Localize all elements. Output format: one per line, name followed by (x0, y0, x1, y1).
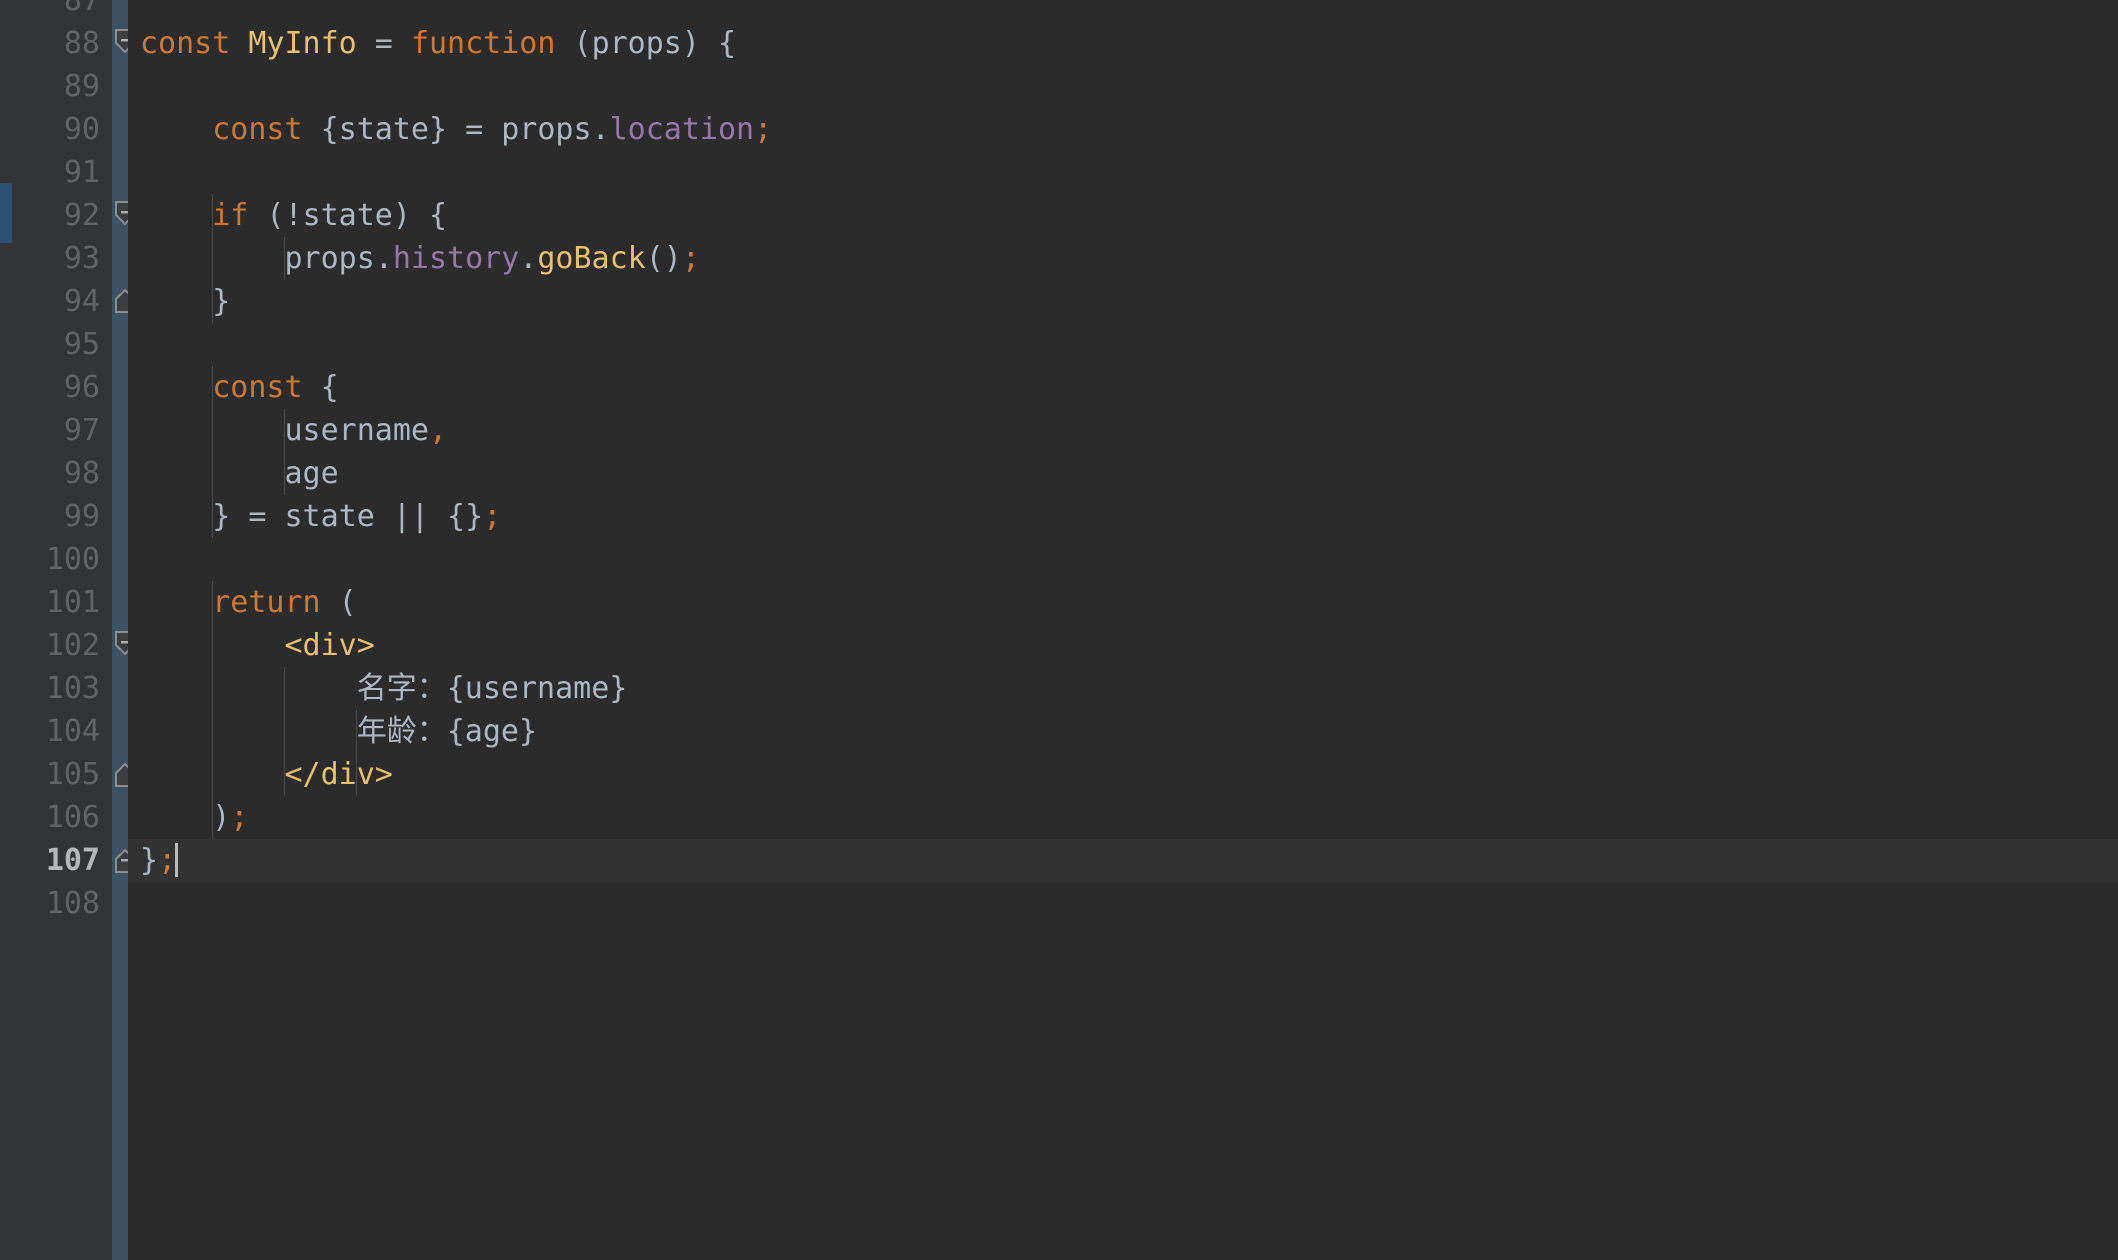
token-binding-age: {age} (446, 714, 538, 749)
code-line-95[interactable] (128, 323, 2118, 366)
line-number: 103 (45, 671, 100, 706)
code-line-99[interactable]: } = state || {}; (128, 495, 2118, 538)
token-semicolon: ; (230, 800, 249, 835)
line-number: 90 (63, 112, 100, 147)
token-property-location: location (609, 112, 755, 147)
line-number-active: 107 (45, 843, 100, 878)
line-number: 105 (45, 757, 100, 792)
token-props: props (284, 241, 375, 276)
code-line-102[interactable]: <div> (128, 624, 2118, 667)
token-props: props (501, 112, 592, 147)
line-number: 91 (63, 155, 100, 190)
code-line-107[interactable]: }; (128, 839, 2118, 882)
token-function-name: MyInfo (248, 26, 357, 61)
line-number: 99 (63, 499, 100, 534)
code-editor[interactable]: 87 88 89 90 91 92 93 94 95 96 97 98 99 1… (0, 0, 2118, 1260)
vcs-annotation-strip[interactable] (0, 0, 12, 1260)
text-caret (175, 843, 179, 877)
token-keyword-function: function (410, 26, 556, 61)
line-number: 101 (45, 585, 100, 620)
token-semicolon: ; (483, 499, 502, 534)
code-line-106[interactable]: ); (128, 796, 2118, 839)
token-keyword-if: if (212, 198, 249, 233)
code-line-103[interactable]: 名字：{username} (128, 667, 2118, 710)
line-number: 104 (45, 714, 100, 749)
token-label-age: 年龄： (356, 714, 447, 749)
code-line-101[interactable]: return ( (128, 581, 2118, 624)
token-keyword-const: const (140, 26, 231, 61)
code-line-92[interactable]: if (!state) { (128, 194, 2118, 237)
token-comma: , (429, 413, 448, 448)
token-jsx-tag-close: </div> (284, 757, 393, 792)
token-jsx-tag-open: <div> (284, 628, 375, 663)
line-number: 93 (63, 241, 100, 276)
line-number: 96 (63, 370, 100, 405)
line-number: 97 (63, 413, 100, 448)
line-number: 100 (45, 542, 100, 577)
code-line-100[interactable] (128, 538, 2118, 581)
code-line-108[interactable] (128, 882, 2118, 925)
line-number: 87 (63, 0, 100, 18)
code-line-87[interactable] (128, 0, 2118, 22)
code-line-90[interactable]: const {state} = props.location; (128, 108, 2118, 151)
vcs-change-marker[interactable] (0, 183, 12, 243)
token-property-history: history (392, 241, 520, 276)
code-line-105[interactable]: </div> (128, 753, 2118, 796)
token-semicolon: ; (754, 112, 773, 147)
line-number: 94 (63, 284, 100, 319)
token-state: state (302, 198, 393, 233)
line-number: 88 (63, 26, 100, 61)
line-number: 98 (63, 456, 100, 491)
token-semicolon: ; (681, 241, 700, 276)
token-keyword-return: return (212, 585, 321, 620)
token-semicolon: ; (158, 843, 177, 878)
code-line-104[interactable]: 年龄：{age} (128, 710, 2118, 753)
code-line-93[interactable]: props.history.goBack(); (128, 237, 2118, 280)
line-number: 102 (45, 628, 100, 663)
token-state: state (284, 499, 375, 534)
token-binding-username: {username} (446, 671, 628, 706)
token-label-name: 名字： (356, 671, 447, 706)
code-surface[interactable]: const MyInfo = function (props) { const … (128, 0, 2118, 1260)
code-line-96[interactable]: const { (128, 366, 2118, 409)
line-number: 89 (63, 69, 100, 104)
editor-gutter[interactable]: 87 88 89 90 91 92 93 94 95 96 97 98 99 1… (12, 0, 112, 1260)
token-keyword-const: const (212, 112, 303, 147)
code-line-94[interactable]: } (128, 280, 2118, 323)
token-age: age (284, 456, 339, 491)
token-state: state (338, 112, 429, 147)
token-keyword-const: const (212, 370, 303, 405)
line-number: 106 (45, 800, 100, 835)
line-number: 92 (63, 198, 100, 233)
code-line-89[interactable] (128, 65, 2118, 108)
code-line-91[interactable] (128, 151, 2118, 194)
line-number: 95 (63, 327, 100, 362)
code-line-97[interactable]: username, (128, 409, 2118, 452)
token-username: username (284, 413, 430, 448)
code-line-98[interactable]: age (128, 452, 2118, 495)
code-line-88[interactable]: const MyInfo = function (props) { (128, 22, 2118, 65)
token-param-props: props (591, 26, 682, 61)
token-method-goback: goBack (537, 241, 646, 276)
line-number: 108 (45, 886, 100, 921)
